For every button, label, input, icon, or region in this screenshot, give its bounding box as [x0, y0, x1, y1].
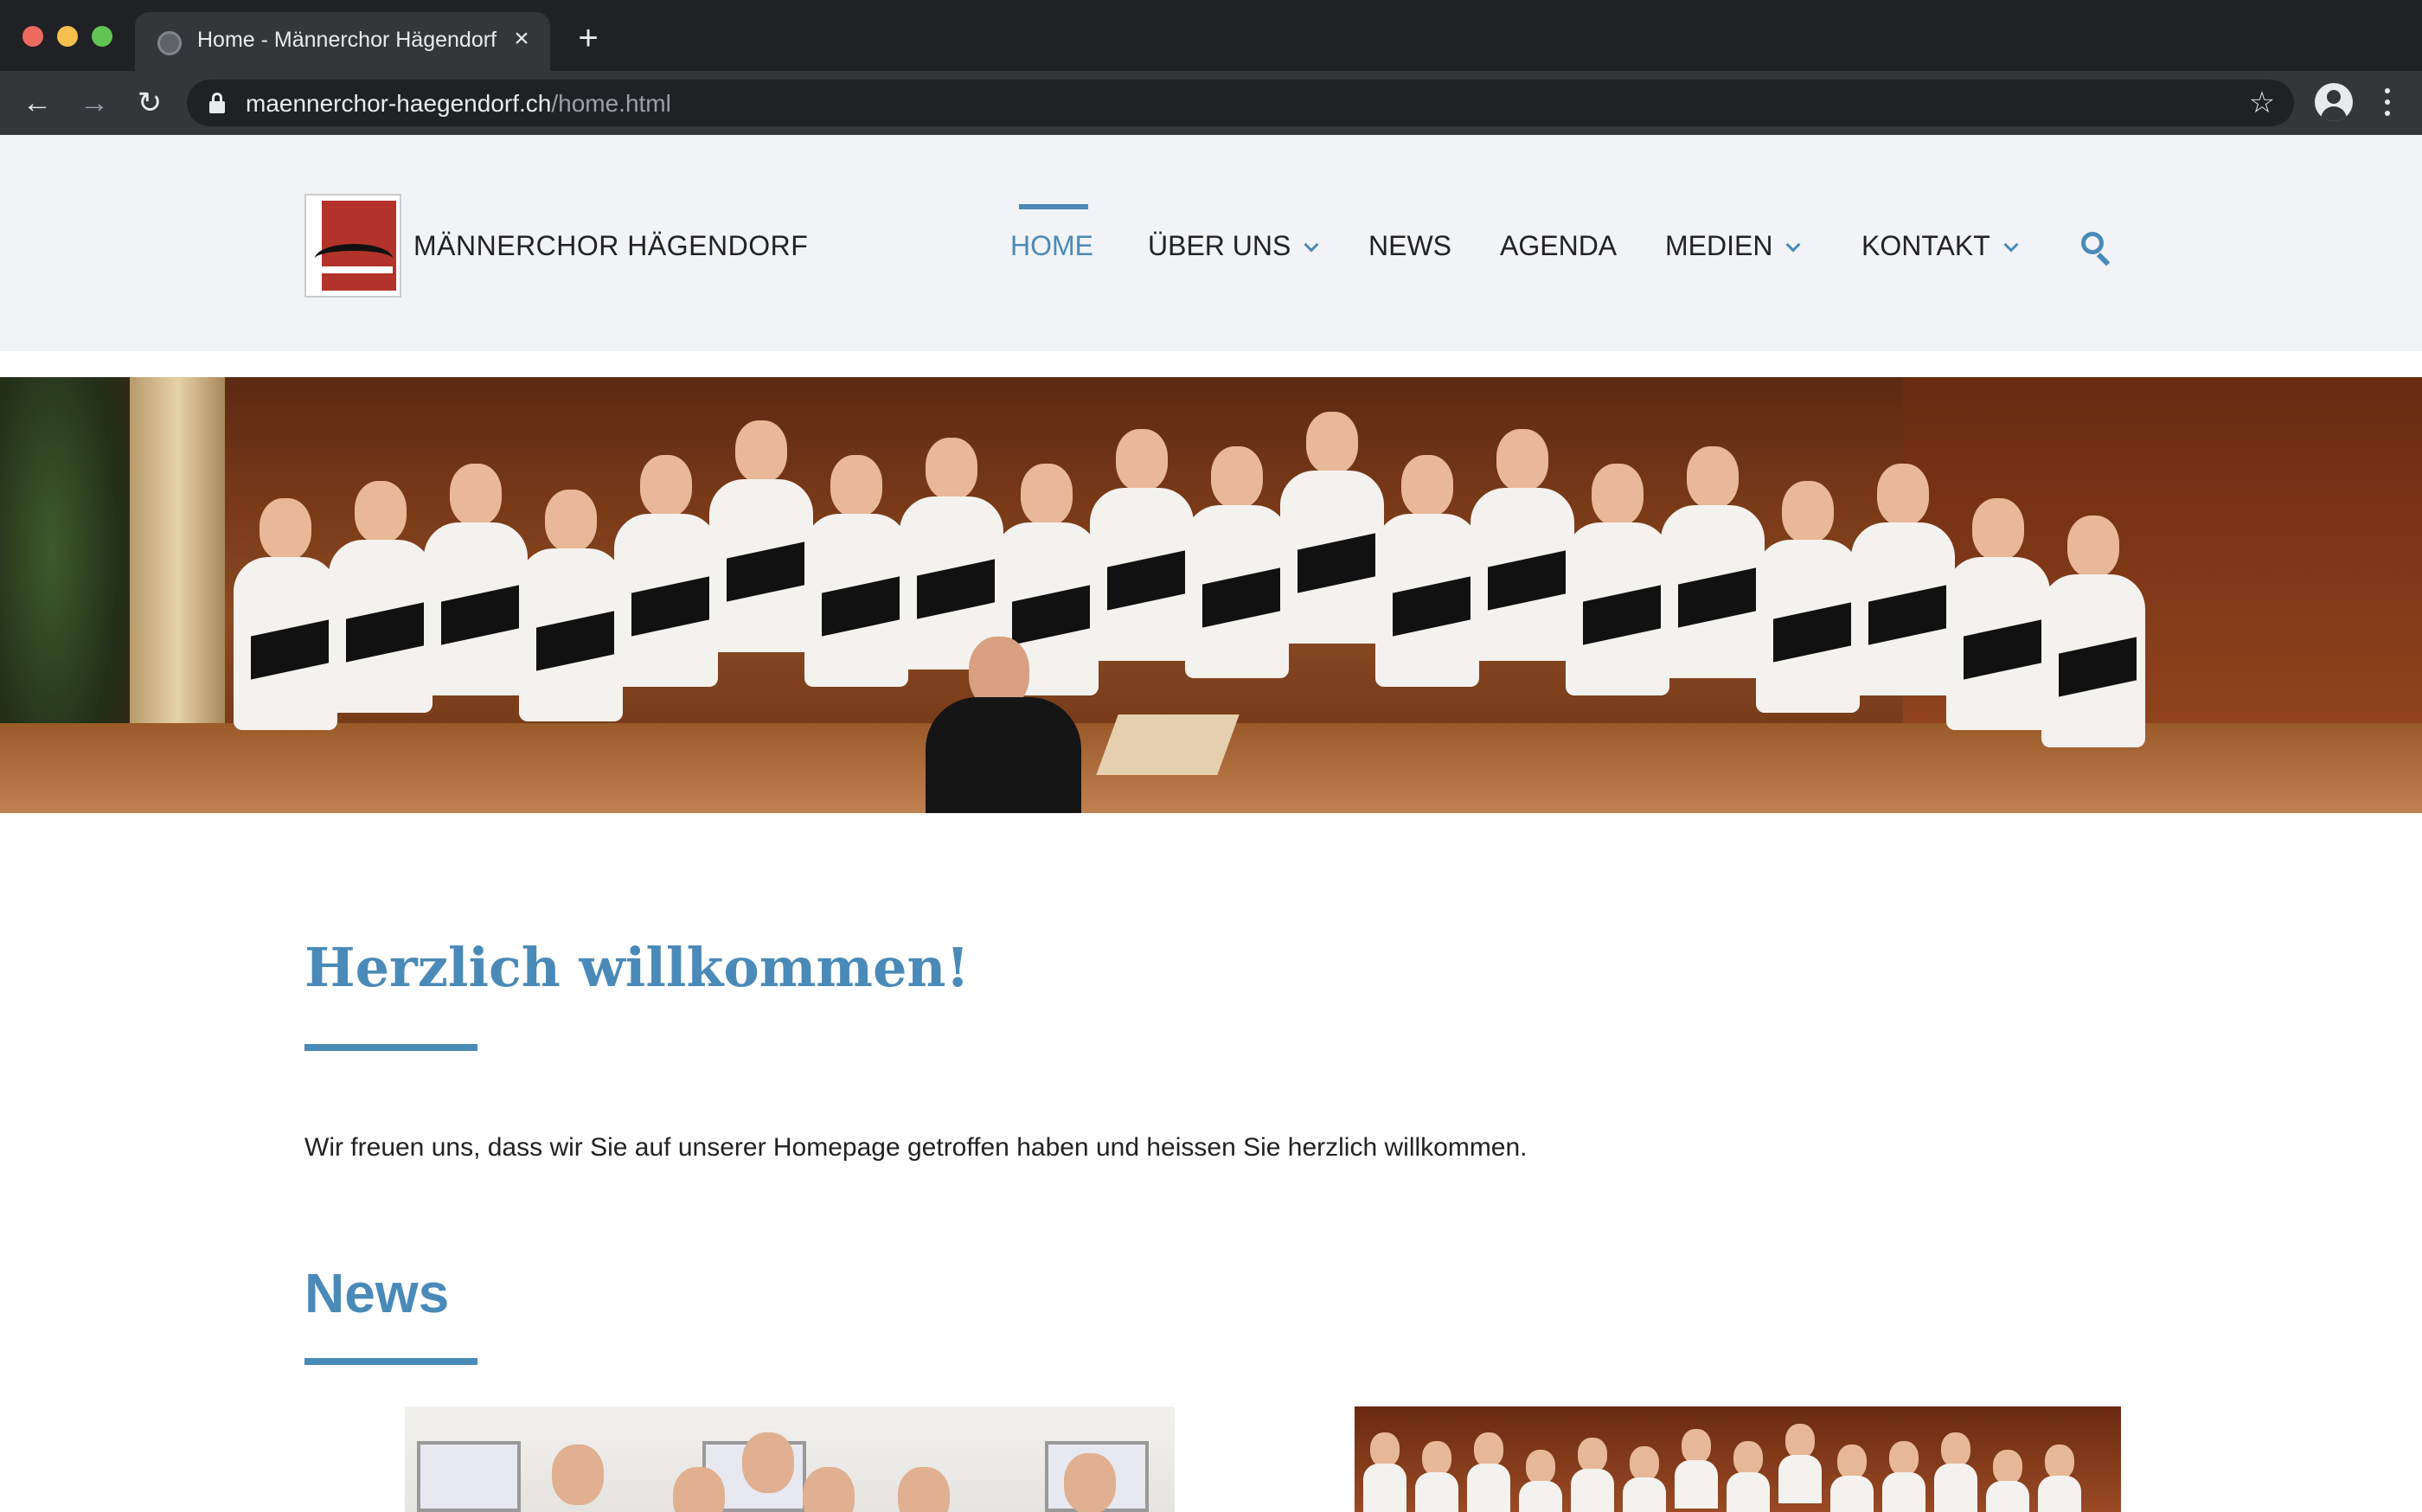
url-text[interactable]: maennerchor-haegendorf.ch/home.html: [246, 90, 671, 118]
browser-toolbar: ← → ↻ maennerchor-haegendorf.ch/home.htm…: [0, 71, 2422, 135]
url-domain: maennerchor-haegendorf.ch: [246, 90, 552, 117]
globe-icon: [157, 31, 182, 55]
nav-item-label: ÜBER UNS: [1148, 230, 1291, 261]
person: [1727, 1441, 1770, 1512]
person: [1934, 1432, 1977, 1512]
person: [1415, 1441, 1458, 1512]
framed-picture: [417, 1441, 521, 1512]
person: [2038, 1445, 2081, 1512]
person: [1986, 1450, 2029, 1512]
person: [734, 1432, 803, 1500]
profile-icon[interactable]: [2315, 83, 2353, 121]
nav-item-agenda[interactable]: AGENDA: [1500, 230, 1617, 262]
person: [1519, 1450, 1562, 1512]
person: [1363, 1432, 1406, 1512]
news-card-image[interactable]: [405, 1406, 1175, 1512]
nav-item-label: AGENDA: [1500, 230, 1618, 261]
conductor: [926, 637, 1081, 813]
nav-item-label: HOME: [1010, 230, 1093, 261]
back-arrow-icon[interactable]: ←: [19, 85, 55, 121]
nav-item-medien[interactable]: MEDIEN: [1665, 230, 1801, 262]
main-navigation: HOME ÜBER UNS NEWS AGENDA MEDIEN KONTAKT: [0, 135, 2422, 351]
person: [1055, 1453, 1124, 1512]
welcome-title: Herzlich willkommen!: [304, 936, 970, 999]
person: [664, 1467, 734, 1512]
minimize-window-button[interactable]: [57, 26, 78, 47]
star-icon[interactable]: ☆: [2246, 86, 2278, 119]
lectern: [1096, 714, 1240, 775]
nav-item-home[interactable]: HOME: [1010, 230, 1093, 262]
person: [889, 1467, 958, 1512]
search-icon[interactable]: [2079, 230, 2116, 266]
nav-item-label: KONTAKT: [1861, 230, 1990, 261]
hero-choir-photo: [0, 377, 2422, 813]
tab-title: Home - Männerchor Hägendorf: [197, 28, 497, 52]
person: [1675, 1429, 1718, 1509]
person: [1882, 1441, 1925, 1512]
nav-item-news[interactable]: NEWS: [1368, 230, 1451, 262]
nav-item-label: NEWS: [1368, 230, 1451, 261]
person: [1830, 1445, 1874, 1512]
address-bar[interactable]: maennerchor-haegendorf.ch/home.html ☆: [187, 80, 2294, 126]
title-underline: [304, 1044, 477, 1051]
nav-item-label: MEDIEN: [1665, 230, 1773, 261]
news-card-image[interactable]: [1355, 1406, 2121, 1512]
menu-icon[interactable]: [2377, 83, 2398, 121]
nav-active-indicator: [1019, 204, 1088, 209]
new-tab-button[interactable]: +: [571, 21, 606, 55]
site-header: MÄNNERCHOR HÄGENDORF HOME ÜBER UNS NEWS …: [0, 135, 2422, 351]
person: [794, 1467, 863, 1512]
chevron-down-icon: [1304, 237, 1319, 253]
chevron-down-icon: [1785, 237, 1801, 253]
chevron-down-icon: [2003, 237, 2019, 253]
browser-tab-bar: Home - Männerchor Hägendorf × +: [0, 0, 2422, 71]
person: [1467, 1432, 1510, 1512]
close-window-button[interactable]: [22, 26, 43, 47]
nav-item-kontakt[interactable]: KONTAKT: [1861, 230, 2019, 262]
person: [543, 1445, 612, 1512]
person: [1571, 1438, 1614, 1512]
forward-arrow-icon[interactable]: →: [76, 85, 112, 121]
person: [1778, 1424, 1822, 1503]
lock-icon[interactable]: [209, 93, 225, 113]
person: [1623, 1446, 1666, 1512]
news-heading: News: [304, 1262, 450, 1324]
url-path: /home.html: [551, 90, 671, 117]
news-underline: [304, 1358, 477, 1365]
intro-text: Wir freuen uns, dass wir Sie auf unserer…: [304, 1133, 1528, 1162]
maximize-window-button[interactable]: [92, 26, 112, 47]
browser-tab-active[interactable]: Home - Männerchor Hägendorf ×: [135, 12, 550, 71]
reload-icon[interactable]: ↻: [131, 85, 168, 121]
nav-item-ueber-uns[interactable]: ÜBER UNS: [1148, 230, 1319, 262]
close-tab-icon[interactable]: ×: [507, 24, 536, 54]
